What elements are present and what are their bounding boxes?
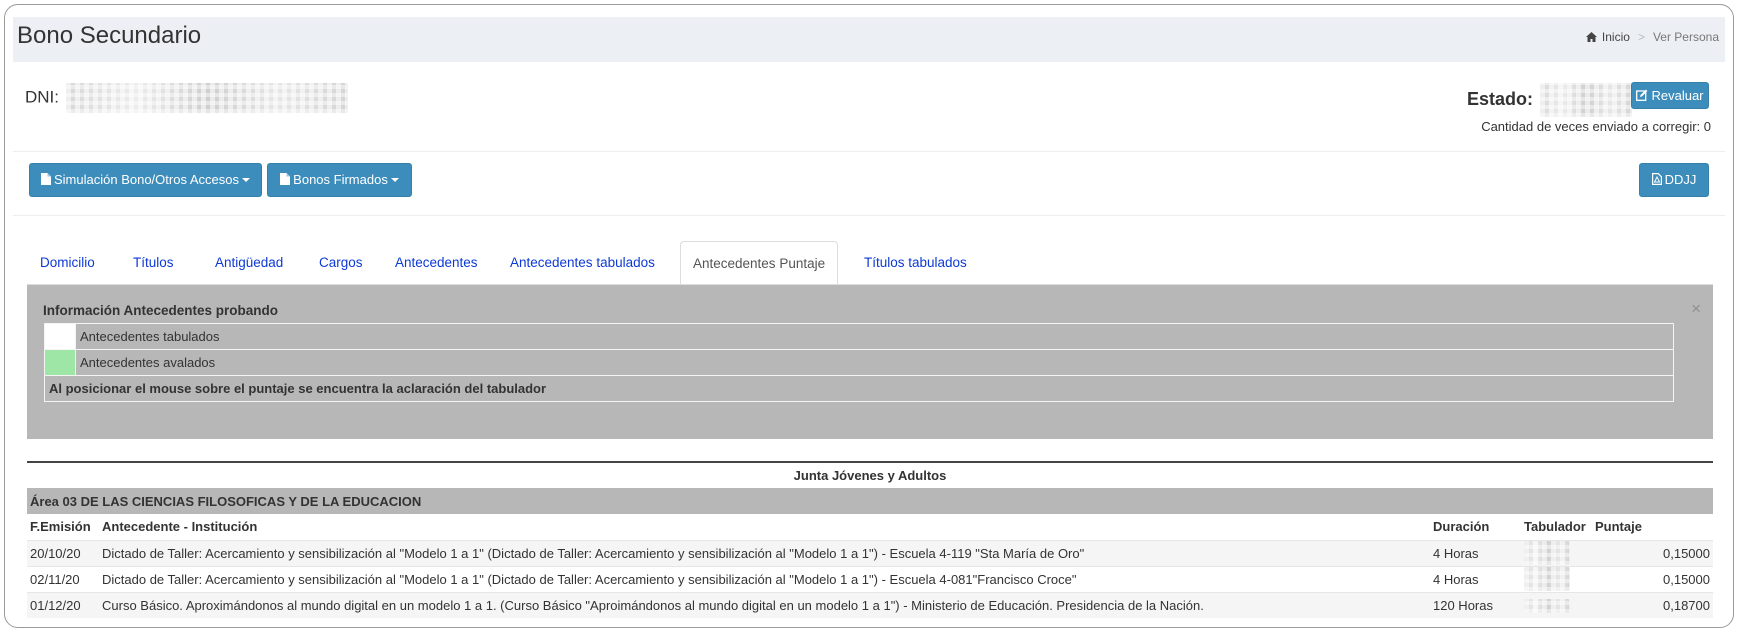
tab-bar: Domicilio Títulos Antigüedad Cargos Ante…: [28, 241, 1724, 285]
cell-fecha: 01/12/20: [27, 591, 99, 618]
home-icon: [1585, 32, 1597, 42]
column-header-tabulador: Tabulador: [1524, 519, 1586, 535]
page-title: Bono Secundario: [17, 22, 202, 49]
app-frame: Bono Secundario Inicio > Ver Persona DNI: …: [4, 4, 1734, 628]
breadcrumb-home-link[interactable]: Inicio: [1602, 30, 1630, 44]
close-icon[interactable]: ×: [1691, 299, 1701, 319]
cell-puntaje[interactable]: 0,18700: [1592, 591, 1713, 618]
content-header: Bono Secundario Inicio > Ver Persona: [13, 17, 1725, 62]
cell-antecedente: Curso Básico. Aproximándonos al mundo di…: [99, 591, 1430, 618]
cell-puntaje[interactable]: 0,15000: [1592, 539, 1713, 566]
cell-tabulador: [1521, 565, 1592, 592]
bonos-firmados-label: Bonos Firmados: [293, 172, 388, 187]
estado-label: Estado:: [1467, 88, 1534, 109]
tab-antecedentes-puntaje[interactable]: Antecedentes Puntaje: [680, 241, 839, 285]
tab-antecedentes-tabulados[interactable]: Antecedentes tabulados: [498, 241, 667, 285]
cell-antecedente: Dictado de Taller: Acercamiento y sensib…: [99, 539, 1430, 566]
legend-swatch-green: [44, 349, 76, 376]
junta-heading: Junta Jóvenes y Adultos: [27, 461, 1713, 488]
column-header-duracion: Duración: [1433, 519, 1490, 535]
tab-antecedentes[interactable]: Antecedentes: [383, 241, 490, 285]
legend-label: Antecedentes avalados: [75, 349, 1674, 376]
dni-row: DNI:: [25, 83, 348, 113]
legend-row-avalados: Antecedentes avalados: [44, 349, 1674, 376]
tabulador-redacted-value: [1524, 541, 1570, 565]
file-icon: [280, 173, 291, 185]
bonos-firmados-dropdown[interactable]: Bonos Firmados: [267, 163, 412, 197]
cell-tabulador: [1521, 591, 1592, 618]
table-row: 02/11/20 Dictado de Taller: Acercamiento…: [27, 565, 1713, 592]
antecedentes-puntaje-table: Junta Jóvenes y Adultos Área 03 DE LAS C…: [27, 461, 1713, 618]
file-icon: [41, 173, 51, 185]
estado-row: Estado:: [1467, 83, 1633, 117]
legend-label: Antecedentes tabulados: [75, 323, 1674, 350]
cell-fecha: 02/11/20: [27, 565, 99, 592]
table-row: 01/12/20 Curso Básico. Aproximándonos al…: [27, 591, 1713, 618]
tabulador-redacted-value: [1524, 599, 1570, 614]
area-heading: Área 03 DE LAS CIENCIAS FILOSOFICAS Y DE…: [27, 488, 1713, 514]
edit-icon: [1636, 89, 1648, 101]
divider: [13, 151, 1725, 152]
divider: [13, 215, 1725, 216]
dni-redacted-value: [65, 83, 348, 113]
corregir-count: Cantidad de veces enviado a corregir: 0: [1481, 119, 1711, 134]
tab-titulos[interactable]: Títulos: [121, 241, 186, 285]
simulacion-bono-dropdown[interactable]: Simulación Bono/Otros Accesos: [29, 163, 262, 197]
column-header-puntaje: Puntaje: [1595, 519, 1642, 535]
tab-titulos-tabulados[interactable]: Títulos tabulados: [852, 241, 979, 285]
cell-puntaje[interactable]: 0,15000: [1592, 565, 1713, 592]
info-antecedentes-panel: Información Antecedentes probando × Ante…: [27, 284, 1713, 439]
ddjj-label: DDJJ: [1664, 172, 1697, 187]
ddjj-button[interactable]: DDJJ: [1639, 163, 1709, 197]
table-row: 20/10/20 Dictado de Taller: Acercamiento…: [27, 539, 1713, 566]
tab-antiguedad[interactable]: Antigüedad: [203, 241, 295, 285]
tab-domicilio[interactable]: Domicilio: [28, 241, 107, 285]
cell-duracion: 120 Horas: [1430, 591, 1521, 618]
cell-tabulador: [1521, 539, 1592, 566]
caret-down-icon: [241, 178, 250, 182]
revaluar-label: Revaluar: [1651, 88, 1704, 103]
info-title: Información Antecedentes probando: [43, 303, 279, 318]
cell-duracion: 4 Horas: [1430, 565, 1521, 592]
breadcrumb-current: Ver Persona: [1652, 30, 1719, 44]
column-header-fecha: F.Emisión: [30, 519, 91, 535]
cell-antecedente: Dictado de Taller: Acercamiento y sensib…: [99, 565, 1430, 592]
estado-redacted-value: [1540, 83, 1633, 117]
legend-note: Al posicionar el mouse sobre el puntaje …: [44, 375, 1674, 402]
legend-note-row: Al posicionar el mouse sobre el puntaje …: [44, 375, 1674, 402]
breadcrumb: Inicio > Ver Persona: [1585, 30, 1719, 44]
caret-down-icon: [390, 178, 399, 182]
legend-row-tabulados: Antecedentes tabulados: [44, 323, 1674, 350]
legend-table: Antecedentes tabulados Antecedentes aval…: [44, 323, 1674, 402]
breadcrumb-separator: >: [1637, 30, 1645, 44]
legend-swatch-white: [44, 323, 76, 350]
tab-cargos[interactable]: Cargos: [307, 241, 375, 285]
tabulador-redacted-value: [1524, 567, 1570, 591]
cell-duracion: 4 Horas: [1430, 539, 1521, 566]
pdf-file-icon: [1651, 173, 1662, 185]
simulacion-label: Simulación Bono/Otros Accesos: [54, 172, 239, 187]
dni-label: DNI:: [25, 87, 59, 107]
column-header-antecedente: Antecedente - Institución: [102, 519, 258, 535]
cell-fecha: 20/10/20: [27, 539, 99, 566]
revaluar-button[interactable]: Revaluar: [1631, 82, 1709, 109]
